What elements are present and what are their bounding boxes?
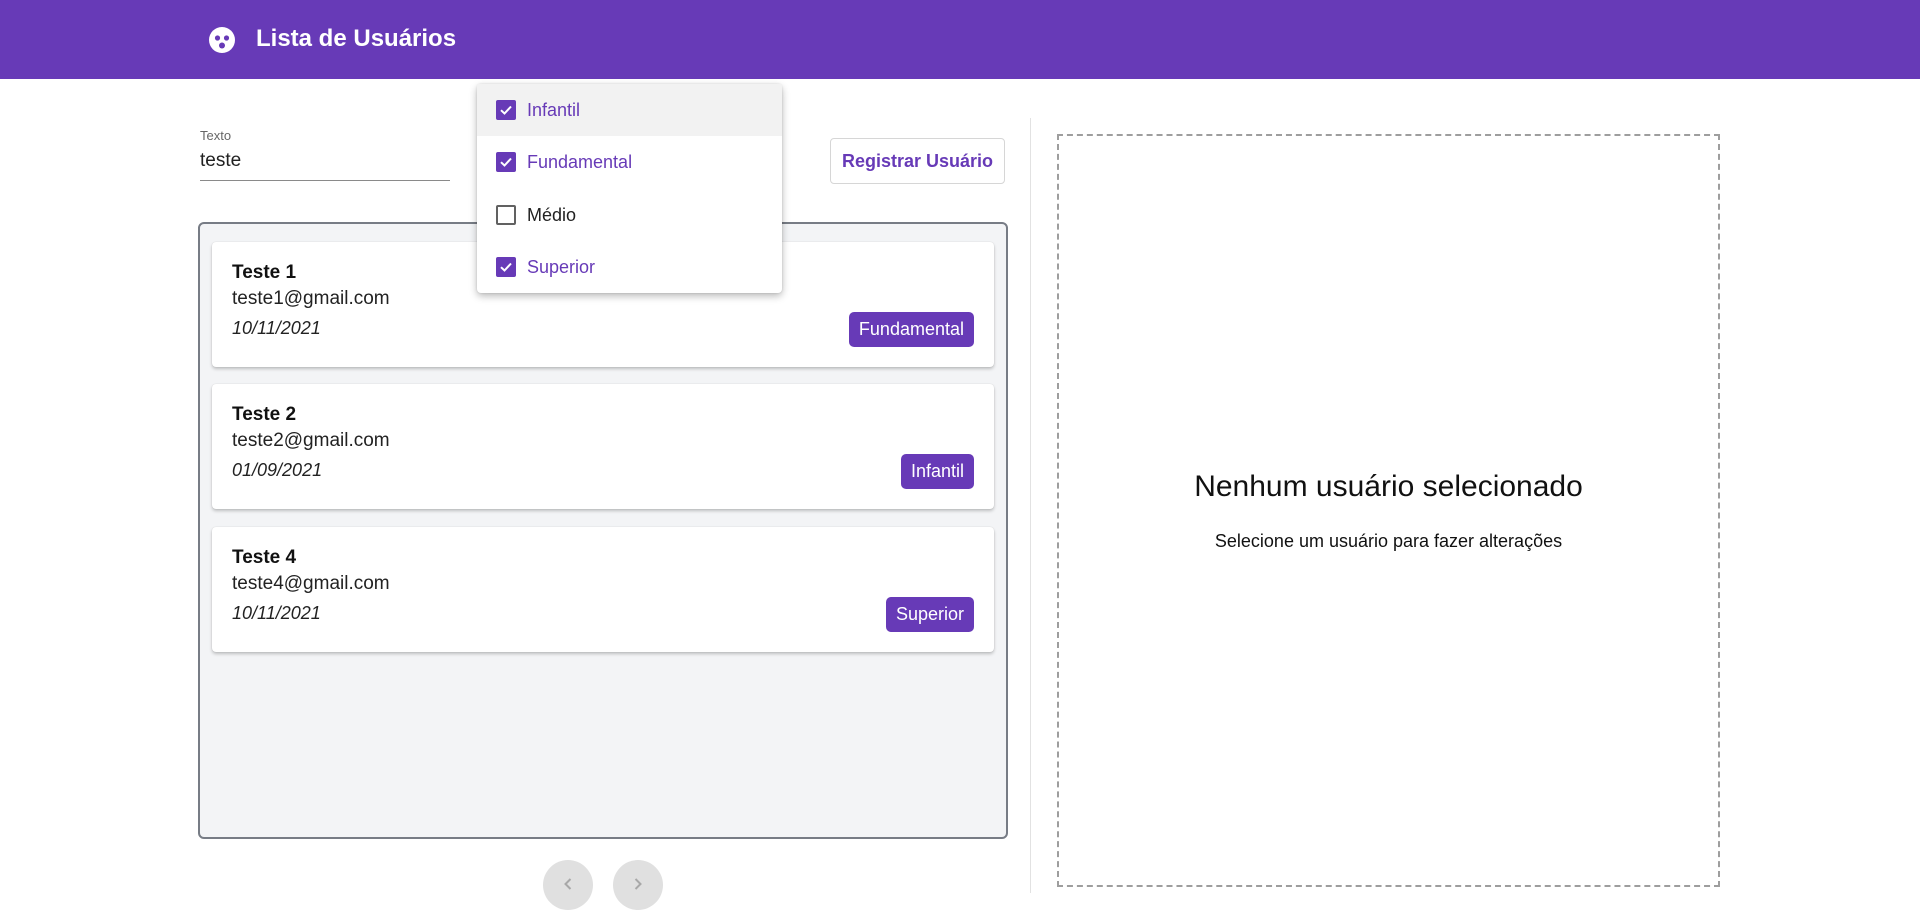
user-name: Teste 4 xyxy=(232,547,297,568)
user-card[interactable]: Teste 2 teste2@gmail.com 01/09/2021 Infa… xyxy=(212,384,994,509)
user-name: Teste 1 xyxy=(232,262,297,283)
user-name: Teste 2 xyxy=(232,404,297,425)
filter-option-label: Médio xyxy=(527,205,577,225)
filter-option-medio[interactable]: Médio xyxy=(477,189,782,241)
filter-option-label: Fundamental xyxy=(527,152,633,172)
search-field: Texto xyxy=(200,128,450,182)
level-badge: Infantil xyxy=(900,454,974,489)
level-badge: Fundamental xyxy=(848,312,974,347)
app-toolbar: Lista de Usuários xyxy=(0,0,1920,79)
filter-option-fundamental[interactable]: Fundamental xyxy=(477,136,782,188)
user-date: 10/11/2021 xyxy=(232,318,321,338)
next-page-button[interactable] xyxy=(613,860,663,910)
checkbox-unchecked-icon[interactable] xyxy=(496,205,516,225)
user-card[interactable]: Teste 4 teste4@gmail.com 10/11/2021 Supe… xyxy=(212,527,994,652)
user-list-panel: Teste 1 teste1@gmail.com 10/11/2021 Fund… xyxy=(198,222,1008,839)
previous-page-button[interactable] xyxy=(543,860,593,910)
user-detail-panel: Nenhum usuário selecionado Selecione um … xyxy=(1057,134,1720,887)
face-icon xyxy=(209,27,235,53)
page-title: Lista de Usuários xyxy=(256,25,457,52)
user-date: 10/11/2021 xyxy=(232,603,321,623)
user-date: 01/09/2021 xyxy=(232,460,323,480)
chevron-right-icon xyxy=(630,876,646,895)
filter-option-label: Superior xyxy=(527,257,596,277)
filter-option-infantil[interactable]: Infantil xyxy=(477,84,782,136)
checkbox-checked-icon[interactable] xyxy=(496,152,516,172)
checkbox-checked-icon[interactable] xyxy=(496,100,516,120)
filter-option-superior[interactable]: Superior xyxy=(477,241,782,293)
checkbox-checked-icon[interactable] xyxy=(496,257,516,277)
level-filter-menu: Infantil Fundamental Médio Superior xyxy=(477,84,782,293)
filter-option-label: Infantil xyxy=(527,100,581,120)
search-input[interactable] xyxy=(200,147,450,175)
search-label: Texto xyxy=(200,128,232,143)
empty-state-title: Nenhum usuário selecionado xyxy=(1194,470,1583,503)
empty-state-subtitle: Selecione um usuário para fazer alteraçõ… xyxy=(1214,531,1563,551)
chevron-left-icon xyxy=(560,876,576,895)
user-email: teste4@gmail.com xyxy=(232,573,390,594)
search-underline xyxy=(200,180,450,181)
register-user-button[interactable]: Registrar Usuário xyxy=(830,138,1005,184)
user-email: teste2@gmail.com xyxy=(232,430,390,451)
user-email: teste1@gmail.com xyxy=(232,288,390,309)
vertical-divider xyxy=(1030,118,1031,893)
level-badge: Superior xyxy=(885,597,974,632)
